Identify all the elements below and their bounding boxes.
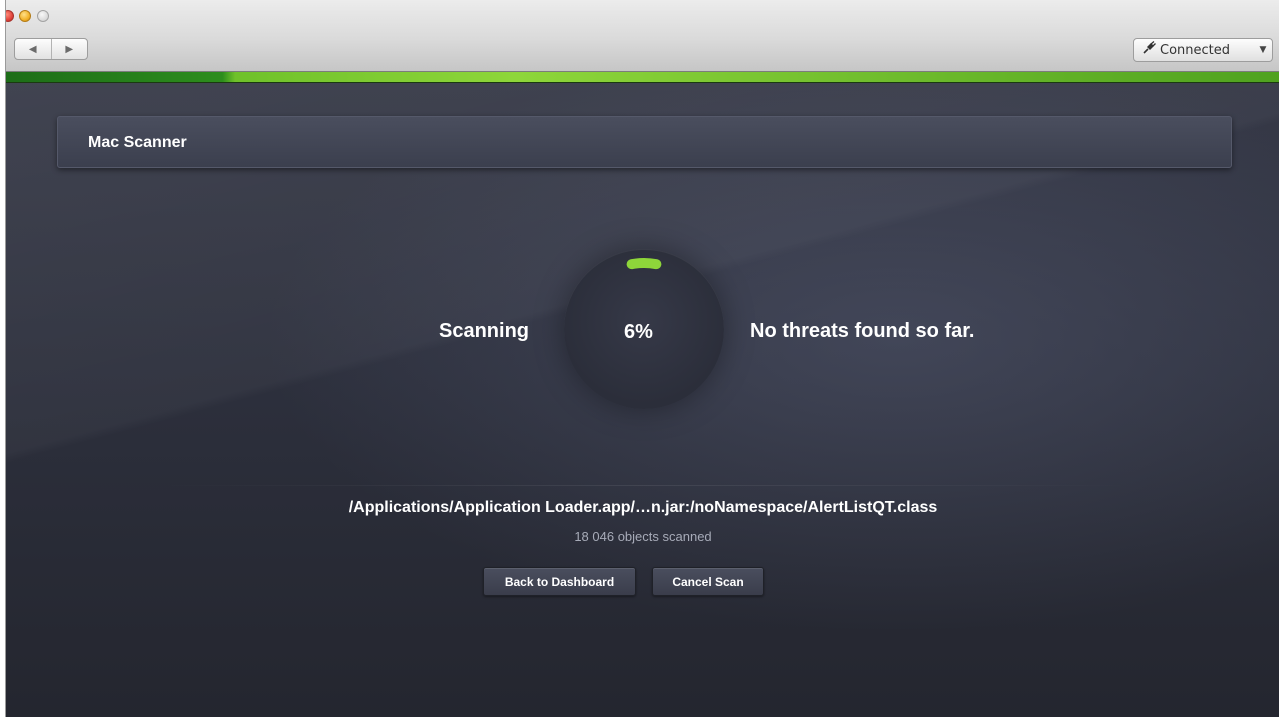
accent-bar [6, 72, 1279, 83]
chevron-down-icon: ▼ [1259, 45, 1267, 55]
connection-status-dropdown[interactable]: Connected ▼ [1133, 38, 1273, 62]
zoom-window-button[interactable] [37, 10, 49, 22]
back-arrow-icon[interactable]: ◀ [15, 39, 51, 59]
back-to-dashboard-button[interactable]: Back to Dashboard [483, 567, 636, 596]
threat-result-label: No threats found so far. [750, 320, 975, 342]
section-header: Mac Scanner [57, 116, 1232, 168]
section-divider [156, 485, 1136, 486]
progress-percentage: 6% [624, 321, 653, 343]
title-bar: ◀ ▶ Connected ▼ [6, 0, 1279, 72]
forward-arrow-icon[interactable]: ▶ [50, 39, 88, 59]
navigation-buttons: ◀ ▶ [14, 38, 88, 60]
current-file-path: /Applications/Application Loader.app/…n.… [348, 499, 938, 516]
minimize-window-button[interactable] [19, 10, 31, 22]
page-title: Mac Scanner [88, 134, 187, 151]
objects-scanned-count: 18 046 objects scanned [574, 529, 712, 544]
scan-status-label: Scanning [439, 320, 530, 342]
progress-arc [626, 258, 662, 270]
cancel-scan-button[interactable]: Cancel Scan [652, 567, 764, 596]
plug-icon [1138, 41, 1160, 59]
main-content: Mac Scanner Scanning 6% No threats found… [6, 83, 1279, 717]
app-window: ◀ ▶ Connected ▼ Mac Scanner Scanning 6% … [5, 0, 1279, 717]
connection-status-label: Connected [1160, 42, 1231, 58]
close-window-button[interactable] [6, 10, 14, 22]
